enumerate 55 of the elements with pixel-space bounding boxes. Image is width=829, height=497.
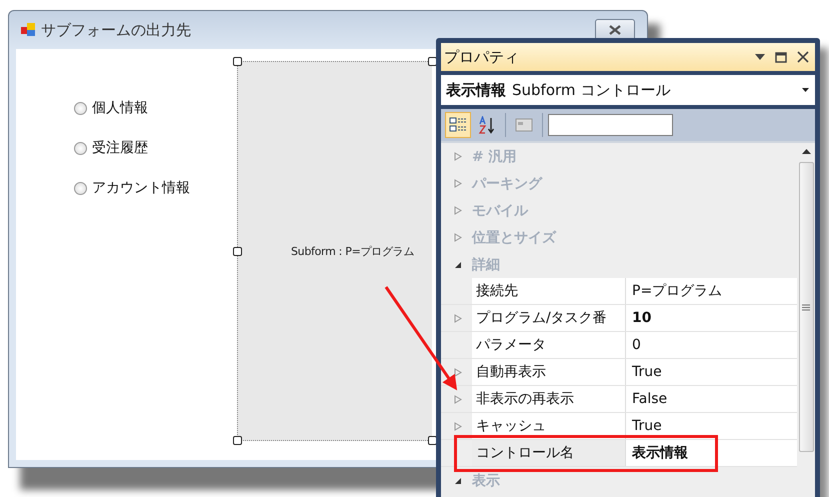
grip-icon — [802, 304, 810, 310]
expand-icon[interactable] — [454, 152, 462, 161]
scroll-up-icon[interactable] — [802, 149, 810, 154]
collapse-icon[interactable] — [454, 476, 462, 485]
panel-title: プロパティ — [444, 48, 519, 66]
category-label: 表示 — [472, 472, 500, 490]
property-name[interactable]: 非表示の再表示 — [472, 386, 626, 412]
expand-icon[interactable] — [454, 368, 462, 376]
expand-icon[interactable] — [454, 422, 462, 430]
caret-icon — [802, 88, 809, 92]
dropdown-caret-icon[interactable] — [755, 54, 765, 60]
radio-label: 受注履歴 — [92, 139, 148, 157]
resize-handle[interactable] — [233, 57, 242, 66]
object-selector[interactable]: 表示情報 Subform コントロール — [441, 75, 815, 105]
category-label: # 汎用 — [472, 148, 517, 166]
expand-icon[interactable] — [454, 206, 462, 215]
search-field[interactable] — [548, 114, 673, 136]
close-icon — [609, 25, 621, 35]
category-label: 位置とサイズ — [472, 228, 556, 246]
property-name[interactable]: 接続先 — [472, 278, 626, 304]
resize-handle[interactable] — [233, 436, 242, 445]
subform-label: Subform : P=プログラム — [291, 244, 414, 258]
property-value[interactable]: 表示情報 — [626, 440, 797, 466]
property-value[interactable]: True — [626, 413, 797, 439]
radio-button[interactable] — [74, 182, 87, 194]
expand-icon[interactable] — [454, 314, 462, 322]
maximize-icon[interactable] — [775, 52, 787, 62]
categorized-view-button[interactable] — [445, 112, 471, 138]
form-icon — [21, 23, 35, 37]
expand-icon[interactable] — [454, 394, 462, 404]
property-name[interactable]: 自動再表示 — [472, 359, 626, 385]
property-value[interactable]: P=プログラム — [626, 278, 797, 304]
category-label: モバイル — [472, 202, 528, 220]
expand-icon[interactable] — [454, 233, 462, 242]
radio-label: アカウント情報 — [92, 179, 190, 197]
radio-button[interactable] — [74, 142, 87, 154]
collapse-icon[interactable] — [454, 260, 462, 269]
property-value[interactable]: False — [626, 386, 797, 412]
category-label: パーキング — [472, 174, 542, 192]
scroll-thumb[interactable] — [798, 162, 814, 452]
sort-icon — [478, 116, 496, 134]
resize-handle[interactable] — [233, 247, 242, 256]
property-name[interactable]: プログラム/タスク番 — [472, 305, 626, 331]
expand-icon[interactable] — [454, 179, 462, 188]
close-icon[interactable] — [797, 51, 809, 63]
category-label: 詳細 — [472, 256, 500, 274]
pages-icon — [515, 117, 533, 133]
property-value[interactable]: 10 — [626, 305, 797, 331]
property-value[interactable]: True — [626, 359, 797, 385]
property-name[interactable]: パラメータ — [472, 332, 626, 358]
radio-label: 個人情報 — [92, 99, 148, 117]
list-icon — [449, 116, 467, 134]
radio-button[interactable] — [74, 102, 87, 114]
window-title: サブフォームの出力先 — [41, 20, 191, 40]
property-value[interactable]: 0 — [626, 332, 797, 358]
